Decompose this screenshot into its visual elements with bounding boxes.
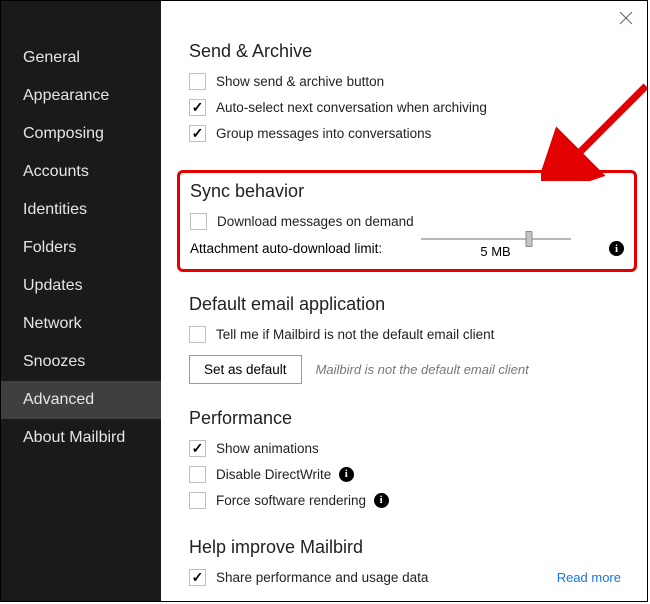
checkbox-autoselect-next[interactable] [189,99,206,116]
option-label: Auto-select next conversation when archi… [216,100,487,115]
section-help-improve: Help improve Mailbird Share performance … [189,537,621,590]
option-row: Download messages on demand [190,208,624,234]
section-title: Sync behavior [190,181,624,202]
section-performance: Performance Show animations Disable Dire… [189,408,621,513]
sidebar-item-general[interactable]: General [1,39,161,77]
slider-thumb[interactable] [525,231,532,247]
sidebar-item-network[interactable]: Network [1,305,161,343]
checkbox-disable-directwrite[interactable] [189,466,206,483]
sidebar-item-composing[interactable]: Composing [1,115,161,153]
content-pane: Send & Archive Show send & archive butto… [161,1,647,601]
option-label: Tell me if Mailbird is not the default e… [216,327,494,342]
checkbox-tell-me-default[interactable] [189,326,206,343]
option-row: Tell me if Mailbird is not the default e… [189,321,621,347]
default-app-status: Mailbird is not the default email client [316,362,529,377]
option-row: Show send & archive button [189,68,621,94]
read-more-link[interactable]: Read more [557,570,621,585]
option-row: Show animations [189,435,621,461]
option-row: Share performance and usage data Read mo… [189,564,621,590]
checkbox-group-messages[interactable] [189,125,206,142]
option-label: Force software rendering [216,493,366,508]
section-title: Help improve Mailbird [189,537,621,558]
section-sync-behavior-highlight: Sync behavior Download messages on deman… [177,170,637,272]
slider-value: 5 MB [392,244,599,259]
option-label: Download messages on demand [217,214,414,229]
option-row: Force software rendering i [189,487,621,513]
attachment-limit-slider[interactable] [421,238,571,240]
info-icon[interactable]: i [374,493,389,508]
checkbox-share-usage-data[interactable] [189,569,206,586]
sidebar-item-snoozes[interactable]: Snoozes [1,343,161,381]
section-default-app: Default email application Tell me if Mai… [189,294,621,384]
sidebar-item-accounts[interactable]: Accounts [1,153,161,191]
info-icon[interactable]: i [339,467,354,482]
sidebar: General Appearance Composing Accounts Id… [1,1,161,601]
attachment-limit-row: Attachment auto-download limit: 5 MB i [190,238,624,259]
option-row: Group messages into conversations [189,120,621,146]
option-label: Share performance and usage data [216,570,428,585]
option-label: Group messages into conversations [216,126,431,141]
info-icon[interactable]: i [609,241,624,256]
sidebar-item-updates[interactable]: Updates [1,267,161,305]
slider-label: Attachment auto-download limit: [190,241,382,256]
sidebar-item-identities[interactable]: Identities [1,191,161,229]
checkbox-show-animations[interactable] [189,440,206,457]
section-title: Send & Archive [189,41,621,62]
close-button[interactable] [617,9,635,27]
sidebar-item-about[interactable]: About Mailbird [1,419,161,457]
option-label: Show send & archive button [216,74,384,89]
settings-window: General Appearance Composing Accounts Id… [0,0,648,602]
checkbox-force-software-rendering[interactable] [189,492,206,509]
checkbox-show-send-archive[interactable] [189,73,206,90]
slider-wrap: 5 MB [382,238,609,259]
section-title: Performance [189,408,621,429]
option-row: Auto-select next conversation when archi… [189,94,621,120]
section-title: Default email application [189,294,621,315]
sidebar-item-folders[interactable]: Folders [1,229,161,267]
close-icon [617,9,635,27]
section-send-archive: Send & Archive Show send & archive butto… [189,41,621,146]
option-label: Disable DirectWrite [216,467,331,482]
option-label: Show animations [216,441,319,456]
default-app-actions: Set as default Mailbird is not the defau… [189,355,621,384]
sidebar-item-appearance[interactable]: Appearance [1,77,161,115]
checkbox-download-on-demand[interactable] [190,213,207,230]
sidebar-item-advanced[interactable]: Advanced [1,381,161,419]
set-as-default-button[interactable]: Set as default [189,355,302,384]
option-row: Disable DirectWrite i [189,461,621,487]
